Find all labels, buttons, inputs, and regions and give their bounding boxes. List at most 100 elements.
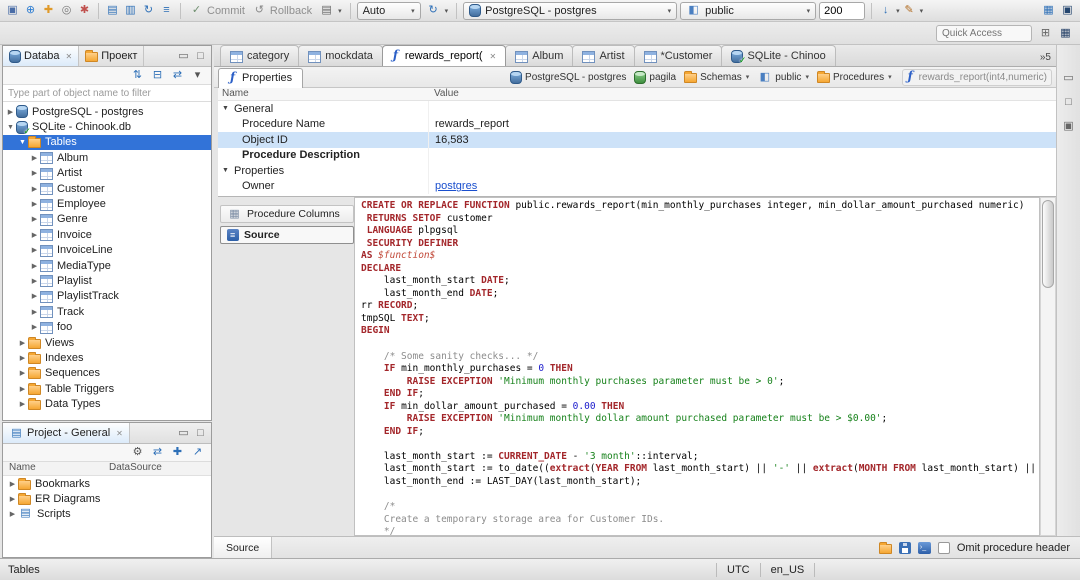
twistie-icon[interactable]: ▶ (17, 354, 28, 362)
twistie-icon[interactable]: ▶ (17, 339, 28, 347)
navigator-filter-input[interactable]: Type part of object name to filter (3, 85, 211, 102)
tree-item-genre[interactable]: ▶ Genre (3, 212, 211, 227)
twistie-icon[interactable]: ▼ (222, 167, 232, 174)
twistie-icon[interactable]: ▶ (29, 323, 40, 331)
twistie-icon[interactable]: ▶ (17, 400, 28, 408)
tab-project-general[interactable]: ▤ Project - General ✕ (3, 423, 130, 443)
twistie-icon[interactable]: ▶ (29, 169, 40, 177)
spreadsheet-icon[interactable]: ▦ (1041, 3, 1056, 18)
twistie-icon[interactable]: ▼ (17, 139, 28, 146)
omit-procedure-header-checkbox[interactable] (937, 541, 950, 554)
transaction-mode-select[interactable]: Auto ▾ (356, 1, 421, 20)
expand-panel-icon[interactable]: ↗ (190, 445, 205, 460)
quick-access-input[interactable] (936, 24, 1032, 42)
open-file-icon[interactable] (878, 541, 892, 554)
rollback-button[interactable]: ↺ Rollback (250, 3, 314, 18)
tree-item-sqlite-chinook-db[interactable]: ▼ SQLite - Chinook.db (3, 119, 211, 137)
tree-item-sequences[interactable]: ▶ Sequences (3, 366, 211, 381)
fetch-next-page-icon[interactable]: ↓ (878, 3, 893, 18)
transaction-log-button[interactable]: ▤ ▾ (317, 3, 344, 18)
twistie-icon[interactable]: ▶ (7, 495, 18, 503)
twistie-icon[interactable]: ▶ (5, 108, 16, 116)
twistie-icon[interactable]: ▶ (29, 277, 40, 285)
tree-item-invoiceline[interactable]: ▶ InvoiceLine (3, 243, 211, 258)
twistie-icon[interactable]: ▼ (222, 105, 232, 112)
view-menu-icon[interactable]: ▾ (190, 68, 205, 83)
collapse-all-icon[interactable]: ⊟ (150, 68, 165, 83)
property-row-procedure-description[interactable]: Procedure Description (218, 147, 1056, 163)
link-with-editor-icon[interactable]: ⇄ (170, 68, 185, 83)
output-console-icon[interactable]: ▣ (1060, 3, 1075, 18)
workspace-icon[interactable]: ▣ (5, 3, 20, 18)
link-with-editor-icon[interactable]: ⇄ (150, 445, 165, 460)
export-result-icon[interactable]: ✎ (902, 3, 917, 18)
tree-item-table-triggers[interactable]: ▶ Table Triggers (3, 381, 211, 396)
editor-tab-customer[interactable]: *Customer (633, 45, 723, 66)
settings-icon[interactable]: ⚙ (130, 445, 145, 460)
twistie-icon[interactable]: ▼ (5, 124, 16, 131)
active-connection-select[interactable]: PostgreSQL - postgres ▾ (463, 1, 678, 20)
tree-item-views[interactable]: ▶ Views (3, 335, 211, 350)
source-code[interactable]: CREATE OR REPLACE FUNCTION public.reward… (361, 200, 1039, 535)
project-item-scripts[interactable]: ▶ ▤ Scripts (3, 506, 211, 521)
commit-button[interactable]: ✓ Commit (187, 3, 247, 18)
new-connection-icon[interactable]: ⊕ (23, 3, 38, 18)
tree-item-invoice[interactable]: ▶ Invoice (3, 227, 211, 242)
twistie-icon[interactable]: ▶ (29, 185, 40, 193)
editor-tab-rewards-report[interactable]: rewards_report(✕ (381, 45, 507, 66)
maximize-view-icon[interactable]: □ (193, 49, 208, 64)
twistie-icon[interactable]: ▶ (7, 480, 18, 488)
twistie-icon[interactable]: ▶ (29, 215, 40, 223)
minimize-view-icon[interactable]: ▭ (176, 426, 191, 441)
twistie-icon[interactable]: ▶ (29, 308, 40, 316)
tree-item-customer[interactable]: ▶ Customer (3, 181, 211, 196)
tab-source-bottom[interactable]: Source (214, 537, 273, 558)
breadcrumb-item-pagila[interactable]: pagila (630, 70, 680, 85)
project-item-er-diagrams[interactable]: ▶ ER Diagrams (3, 491, 211, 506)
vertical-scrollbar[interactable] (1040, 197, 1056, 536)
fetch-size-input[interactable] (819, 1, 866, 20)
breadcrumb-item-postgresql-postgres[interactable]: PostgreSQL - postgres (506, 70, 630, 85)
search-icon[interactable]: ◎ (59, 3, 74, 18)
property-row-object-id[interactable]: Object ID 16,583 (218, 132, 1056, 148)
project-item-bookmarks[interactable]: ▶ Bookmarks (3, 476, 211, 491)
options-icon[interactable]: ✱ (77, 3, 92, 18)
twistie-icon[interactable]: ▶ (7, 510, 18, 518)
breadcrumb-item-procedures[interactable]: Procedures ▾ (813, 70, 896, 84)
scrollbar-thumb[interactable] (1042, 200, 1054, 288)
editor-tab-artist[interactable]: Artist (572, 45, 635, 66)
hidden-tabs-indicator[interactable]: »5 (1040, 52, 1056, 66)
minimize-view-icon[interactable]: ▭ (1061, 71, 1076, 86)
editor-tab-category[interactable]: category (220, 45, 300, 66)
refresh-button[interactable]: ↻ ▾ (424, 3, 451, 18)
close-icon[interactable]: ✕ (65, 52, 72, 61)
twistie-icon[interactable]: ▶ (29, 154, 40, 162)
tree-item-data-types[interactable]: ▶ Data Types (3, 396, 211, 411)
maximize-view-icon[interactable]: □ (193, 426, 208, 441)
tree-item-foo[interactable]: ▶ foo (3, 319, 211, 334)
twistie-icon[interactable]: ▶ (29, 246, 40, 254)
editor-tab-mockdata[interactable]: mockdata (298, 45, 383, 66)
tab-properties[interactable]: Properties (218, 67, 304, 88)
tree-item-track[interactable]: ▶ Track (3, 304, 211, 319)
perspective-grid-icon[interactable]: ⊞ (1038, 26, 1053, 41)
twistie-icon[interactable]: ▶ (29, 200, 40, 208)
tree-item-mediatype[interactable]: ▶ MediaType (3, 258, 211, 273)
twistie-icon[interactable]: ▶ (29, 231, 40, 239)
close-icon[interactable]: ✕ (490, 52, 497, 61)
section-procedure-columns[interactable]: ▦ Procedure Columns (220, 205, 354, 223)
save-file-icon[interactable] (898, 541, 911, 554)
breadcrumb-item-public[interactable]: ◧ public ▾ (753, 69, 813, 86)
tab-projects[interactable]: Проект (79, 46, 145, 66)
recent-sql-icon[interactable]: ↻ (141, 3, 156, 18)
tree-item-employee[interactable]: ▶ Employee (3, 196, 211, 211)
property-row-properties[interactable]: ▼ Properties (218, 163, 1056, 179)
new-project-icon[interactable]: ✚ (41, 3, 56, 18)
minimize-view-icon[interactable]: ▭ (176, 49, 191, 64)
twistie-icon[interactable]: ▶ (29, 262, 40, 270)
editor-tab-sqlite-chinoo[interactable]: SQLite - Chinoo (721, 45, 836, 66)
twistie-icon[interactable]: ▶ (17, 385, 28, 393)
close-icon[interactable]: ✕ (116, 429, 123, 438)
tree-item-album[interactable]: ▶ Album (3, 150, 211, 165)
section-source[interactable]: Source (220, 226, 354, 244)
